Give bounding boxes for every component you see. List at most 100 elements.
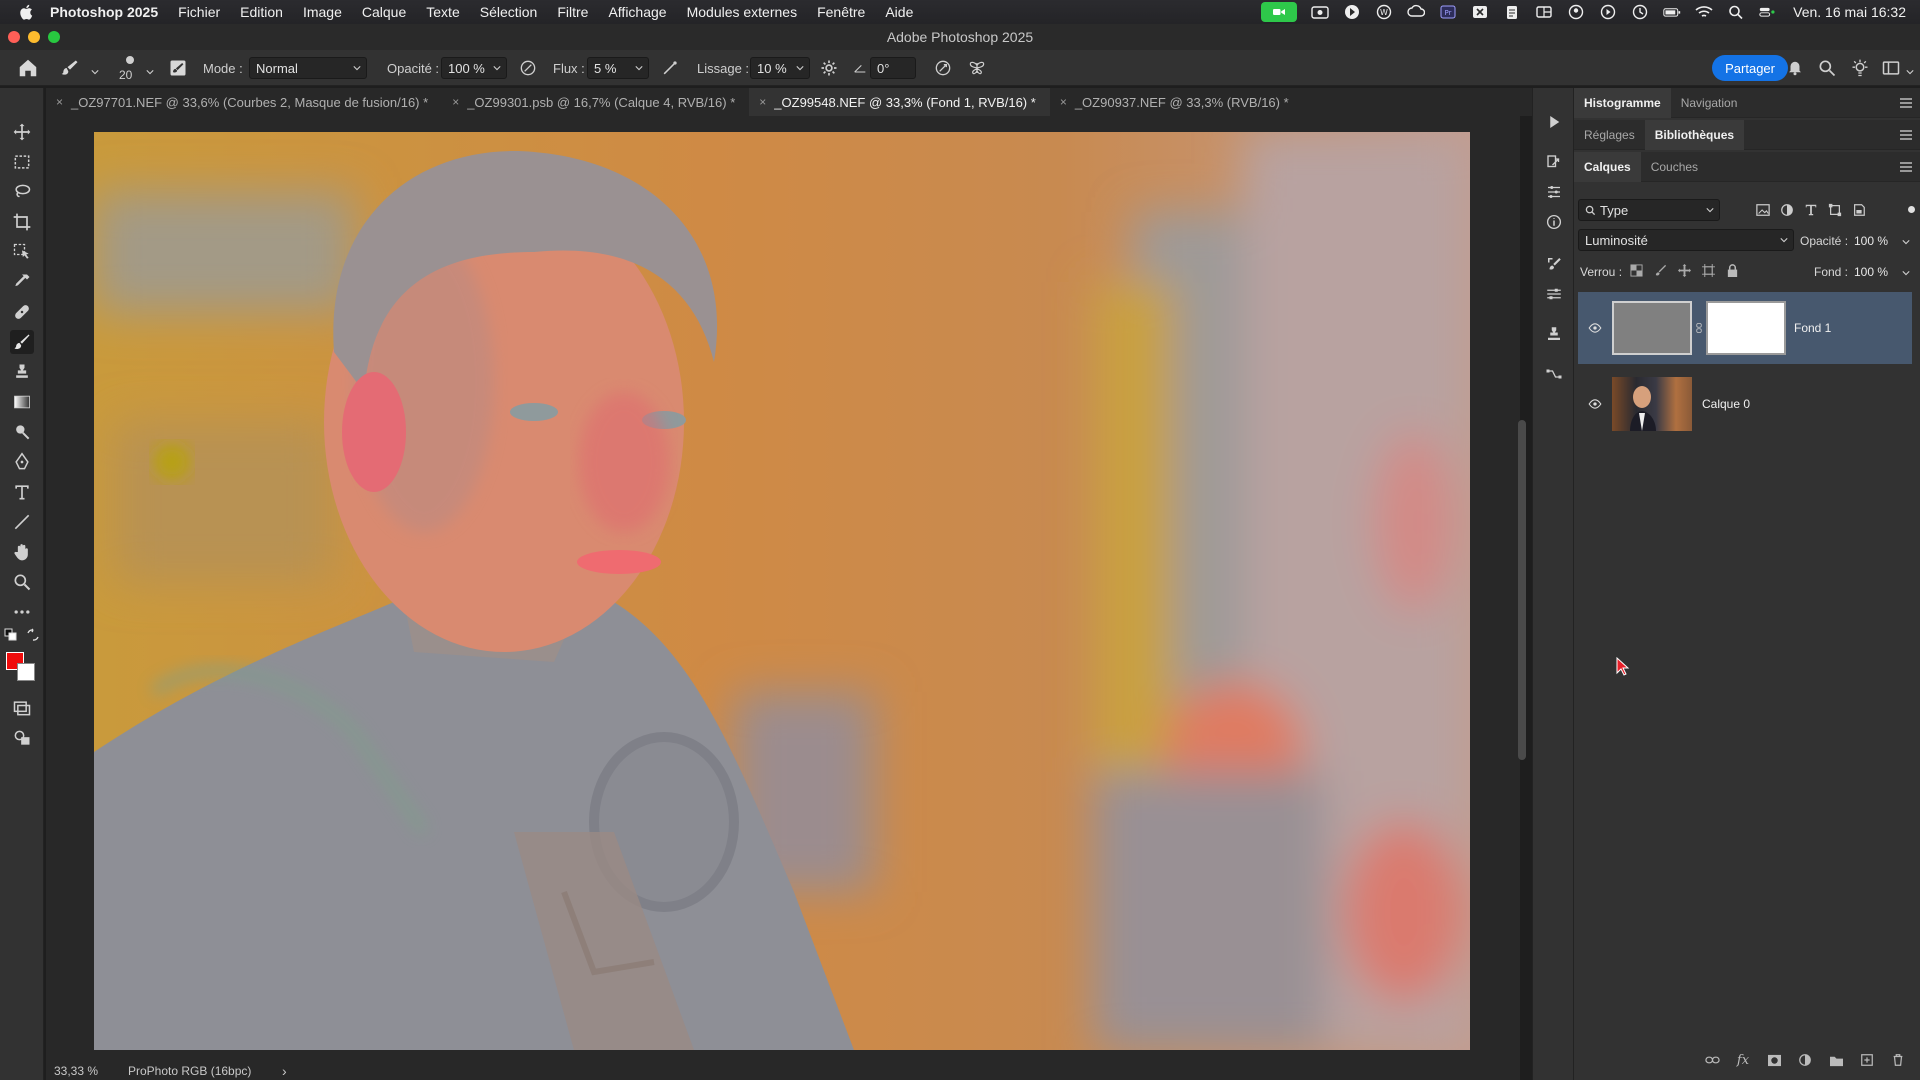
screen-record-icon[interactable] — [1311, 4, 1329, 20]
clone-stamp-tool-icon[interactable] — [10, 360, 34, 384]
menu-image[interactable]: Image — [303, 4, 342, 20]
menu-aide[interactable]: Aide — [885, 4, 913, 20]
notifications-bell-icon[interactable] — [1783, 55, 1807, 79]
time-machine-icon[interactable] — [1631, 4, 1649, 20]
window-manager-icon[interactable] — [1535, 4, 1553, 20]
type-tool-icon[interactable] — [10, 480, 34, 504]
document-tab[interactable]: × _OZ97701.NEF @ 33,6% (Courbes 2, Masqu… — [46, 88, 442, 116]
search-icon[interactable] — [1815, 56, 1839, 80]
layer-style-fx-icon[interactable]: fx — [1735, 1052, 1751, 1068]
zoom-window-button[interactable] — [48, 31, 60, 43]
filter-adjustment-layers-icon[interactable] — [1780, 203, 1794, 220]
layer-thumbnail[interactable] — [1612, 377, 1692, 431]
menu-fenetre[interactable]: Fenêtre — [817, 4, 865, 20]
gradient-tool-icon[interactable] — [10, 390, 34, 414]
layer-visibility-eye-icon[interactable] — [1584, 317, 1606, 339]
wifi-icon[interactable] — [1695, 4, 1713, 20]
filter-type-layers-icon[interactable] — [1804, 203, 1818, 220]
menu-clock[interactable]: Ven. 16 mai 16:32 — [1793, 4, 1906, 20]
layer-opacity-dropdown-icon[interactable] — [1902, 234, 1910, 249]
tab-histogramme[interactable]: Histogramme — [1574, 87, 1671, 118]
pressure-opacity-icon[interactable] — [516, 56, 540, 80]
facetime-icon[interactable] — [1261, 2, 1298, 22]
menu-texte[interactable]: Texte — [426, 4, 459, 20]
panel-menu-icon[interactable] — [1900, 130, 1912, 140]
brush-size-value[interactable]: 20 — [119, 68, 132, 82]
menu-filtre[interactable]: Filtre — [557, 4, 588, 20]
lasso-tool-icon[interactable] — [10, 180, 34, 204]
brush-settings-icon[interactable] — [1544, 254, 1564, 274]
brush-tool-icon[interactable] — [10, 330, 34, 354]
panel-menu-icon[interactable] — [1900, 162, 1912, 172]
menu-app-name[interactable]: Photoshop 2025 — [50, 4, 158, 20]
lock-transparency-icon[interactable] — [1630, 264, 1643, 280]
brush-preset-dropdown-icon[interactable] — [91, 64, 99, 75]
menu-affichage[interactable]: Affichage — [608, 4, 666, 20]
adjustments-sliders-icon[interactable] — [1544, 182, 1564, 202]
zoom-level[interactable]: 33,33 % — [54, 1064, 98, 1078]
status-menu-arrow[interactable]: › — [282, 1063, 287, 1079]
flow-field[interactable]: 5 % — [587, 57, 649, 79]
menu-fichier[interactable]: Fichier — [178, 4, 220, 20]
filter-shape-layers-icon[interactable] — [1828, 203, 1842, 220]
tab-bibliotheques[interactable]: Bibliothèques — [1644, 119, 1745, 150]
tab-calques[interactable]: Calques — [1574, 151, 1641, 182]
brush-size-dropdown-icon[interactable] — [146, 64, 154, 79]
brush-preset-icon[interactable] — [58, 56, 82, 80]
layer-opacity-value[interactable]: 100 % — [1854, 234, 1888, 248]
screen-mode-icon[interactable] — [10, 726, 34, 750]
document-tab-active[interactable]: × _OZ99548.NEF @ 33,3% (Fond 1, RVB/16) … — [749, 88, 1050, 116]
quick-mask-icon[interactable] — [10, 696, 34, 720]
crop-tool-icon[interactable] — [10, 210, 34, 234]
apple-icon[interactable] — [18, 3, 36, 21]
delete-layer-trash-icon[interactable] — [1890, 1052, 1906, 1068]
utility-icon[interactable]: W — [1375, 4, 1393, 20]
layer-row-calque-0[interactable]: Calque 0 — [1578, 368, 1912, 440]
brush-settings-panel-icon[interactable] — [166, 56, 190, 80]
blend-mode-dropdown[interactable]: Luminosité — [1578, 229, 1794, 251]
menu-calque[interactable]: Calque — [362, 4, 406, 20]
line-tool-icon[interactable] — [10, 510, 34, 534]
close-window-button[interactable] — [8, 31, 20, 43]
more-tools-icon[interactable] — [10, 600, 34, 624]
lock-position-icon[interactable] — [1678, 264, 1691, 280]
pen-tool-icon[interactable] — [10, 450, 34, 474]
creative-cloud-icon[interactable] — [1407, 4, 1426, 20]
move-tool-icon[interactable] — [10, 120, 34, 144]
filter-pixel-layers-icon[interactable] — [1756, 203, 1770, 220]
close-tab-icon[interactable]: × — [452, 95, 459, 109]
document-tab[interactable]: × _OZ99301.psb @ 16,7% (Calque 4, RVB/16… — [442, 88, 749, 116]
default-colors-icon[interactable] — [4, 628, 18, 642]
zoom-tool-icon[interactable] — [10, 570, 34, 594]
clipboard-icon[interactable] — [1503, 4, 1521, 20]
paths-icon[interactable] — [1544, 364, 1564, 384]
lock-artboard-icon[interactable] — [1702, 264, 1715, 280]
canvas-vertical-scrollbar[interactable] — [1518, 420, 1526, 760]
link-layers-icon[interactable] — [1704, 1052, 1720, 1068]
add-mask-icon[interactable] — [1766, 1052, 1782, 1068]
clone-source-icon[interactable] — [1544, 324, 1564, 344]
lock-all-icon[interactable] — [1726, 264, 1739, 280]
document-tab[interactable]: × _OZ90937.NEF @ 33,3% (RVB/16) * — [1050, 88, 1303, 116]
color-profile[interactable]: ProPhoto RGB (16bpc) — [128, 1064, 251, 1078]
pressure-size-icon[interactable] — [931, 56, 955, 80]
smoothing-settings-gear-icon[interactable] — [817, 56, 841, 80]
new-adjustment-layer-icon[interactable] — [1797, 1052, 1813, 1068]
filter-smart-objects-icon[interactable] — [1852, 203, 1866, 220]
actions-play-icon[interactable] — [1544, 112, 1564, 132]
fill-dropdown-icon[interactable] — [1902, 265, 1910, 280]
opacity-field[interactable]: 100 % — [441, 57, 507, 79]
layer-name[interactable]: Calque 0 — [1702, 397, 1750, 411]
tab-reglages[interactable]: Réglages — [1574, 120, 1645, 150]
mode-dropdown[interactable]: Normal — [249, 57, 367, 79]
layer-mask-thumbnail[interactable] — [1706, 301, 1786, 355]
lock-image-pixels-icon[interactable] — [1654, 264, 1667, 280]
layer-mask-link-icon[interactable] — [1694, 322, 1704, 334]
menu-selection[interactable]: Sélection — [480, 4, 538, 20]
filter-toggle-switch[interactable] — [1908, 206, 1915, 213]
eyedropper-tool-icon[interactable] — [10, 270, 34, 294]
object-selection-tool-icon[interactable] — [10, 240, 34, 264]
angle-field[interactable]: 0° — [870, 57, 916, 79]
home-icon[interactable] — [16, 56, 40, 80]
marquee-tool-icon[interactable] — [10, 150, 34, 174]
